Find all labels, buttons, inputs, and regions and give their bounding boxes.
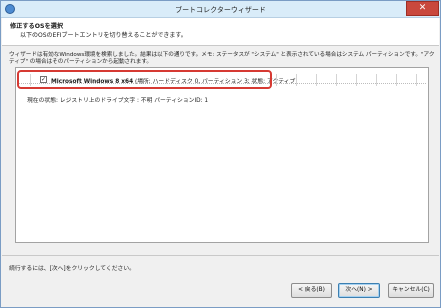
column-divider bbox=[316, 74, 317, 86]
status-line: 現在の状態: レジストリ上のドライブ文字 : 不明 パーティションID: 1 bbox=[27, 98, 209, 104]
close-button[interactable]: ✕ bbox=[406, 1, 439, 16]
column-divider bbox=[376, 74, 377, 86]
page-subtitle: 以下のOSのEFIブートエントリを切り替えることができます。 bbox=[20, 32, 187, 39]
page-title: 修正するOSを選択 bbox=[10, 23, 64, 30]
column-divider bbox=[396, 74, 397, 86]
column-divider bbox=[296, 74, 297, 86]
back-button[interactable]: < 戻る(B) bbox=[291, 283, 332, 298]
column-divider bbox=[336, 74, 337, 86]
description-text: ウィザードは有効なWindows環境を検索しました。結果は以下の通りです。メモ:… bbox=[9, 52, 435, 65]
column-divider bbox=[276, 74, 277, 86]
footer-instruction: 続行するには、[次へ]をクリックしてください。 bbox=[9, 266, 135, 272]
cancel-button[interactable]: キャンセル(C) bbox=[388, 283, 434, 298]
footer-divider bbox=[2, 255, 439, 256]
os-list[interactable]: ✓ Microsoft Windows 8 x64 (場所: ハードディスク 0… bbox=[15, 67, 429, 243]
window-title: ブートコレクターウィザード bbox=[175, 6, 266, 14]
column-divider bbox=[356, 74, 357, 86]
wizard-header: 修正するOSを選択 以下のOSのEFIブートエントリを切り替えることができます。 bbox=[2, 18, 439, 46]
title-bar[interactable]: ブートコレクターウィザード ✕ bbox=[1, 1, 440, 18]
column-divider bbox=[416, 74, 417, 86]
selection-highlight bbox=[17, 70, 272, 89]
next-button[interactable]: 次へ(N) > bbox=[338, 283, 380, 298]
wizard-window: ブートコレクターウィザード ✕ 修正するOSを選択 以下のOSのEFIブートエン… bbox=[0, 0, 441, 308]
